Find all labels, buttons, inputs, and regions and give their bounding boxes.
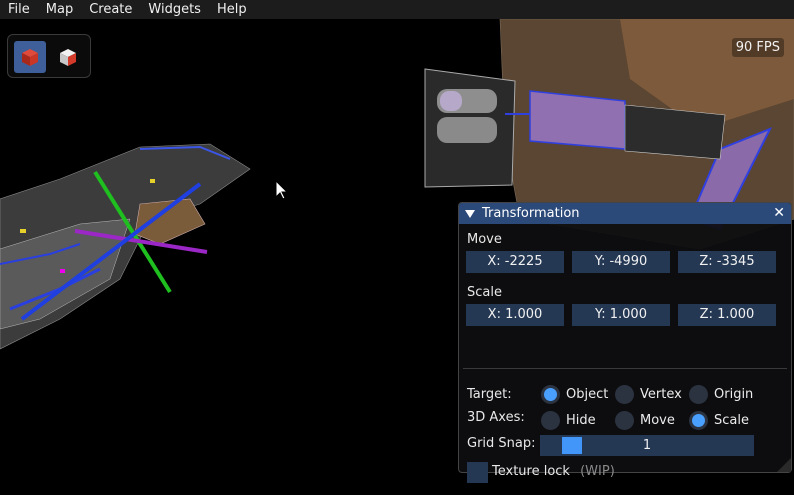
texture-lock-label: Texture lock (WIP) (492, 464, 615, 479)
axes-scale-radio[interactable] (689, 411, 708, 430)
panel-title-bar[interactable]: Transformation (459, 203, 791, 224)
mode-toolbar (7, 34, 91, 78)
target-origin-radio[interactable] (689, 385, 708, 404)
target-label: Target: (467, 387, 512, 402)
close-icon[interactable]: ✕ (773, 205, 785, 221)
object-mode-button[interactable] (14, 41, 46, 73)
target-vertex-radio[interactable] (615, 385, 634, 404)
menu-map[interactable]: Map (38, 0, 81, 19)
target-vertex-label: Vertex (640, 387, 682, 402)
target-origin-label: Origin (714, 387, 754, 402)
resize-grip[interactable] (777, 458, 791, 472)
transformation-panel: Transformation ✕ Move X: -2225 Y: -4990 … (458, 202, 792, 483)
panel-title: Transformation (482, 206, 580, 221)
red-cube-icon (22, 49, 38, 66)
menu-create[interactable]: Create (81, 0, 140, 19)
wip-note: (WIP) (580, 464, 615, 479)
grid-snap-slider[interactable]: 1 (540, 435, 754, 456)
scale-z-field[interactable]: Z: 1.000 (678, 304, 776, 326)
target-object-label: Object (566, 387, 609, 402)
red-white-cube-icon (60, 49, 76, 66)
menu-file[interactable]: File (0, 0, 38, 19)
scale-x-field[interactable]: X: 1.000 (466, 304, 564, 326)
move-y-field[interactable]: Y: -4990 (572, 251, 670, 273)
grid-snap-value: 1 (642, 438, 652, 453)
left-map-geometry (0, 143, 251, 350)
panel-divider (463, 368, 787, 369)
axes-hide-label: Hide (566, 413, 596, 428)
axes-label: 3D Axes: (467, 410, 525, 425)
collapse-triangle-icon[interactable] (465, 209, 475, 218)
move-x-field[interactable]: X: -2225 (466, 251, 564, 273)
fps-counter: 90 FPS (731, 38, 784, 57)
texture-lock-checkbox[interactable] (467, 462, 488, 483)
axes-scale-label: Scale (714, 413, 749, 428)
move-z-field[interactable]: Z: -3345 (678, 251, 776, 273)
menu-widgets[interactable]: Widgets (140, 0, 209, 19)
grid-snap-label: Grid Snap: (467, 436, 536, 451)
axes-move-radio[interactable] (615, 411, 634, 430)
move-label: Move (467, 232, 502, 247)
menu-help[interactable]: Help (209, 0, 255, 19)
axes-move-label: Move (640, 413, 675, 428)
menu-bar: File Map Create Widgets Help (0, 0, 794, 19)
scale-y-field[interactable]: Y: 1.000 (572, 304, 670, 326)
texture-lock-text: Texture lock (492, 464, 570, 479)
axes-hide-radio[interactable] (541, 411, 560, 430)
target-object-radio[interactable] (541, 385, 560, 404)
vertex-mode-button[interactable] (52, 41, 84, 73)
scale-label: Scale (467, 285, 502, 300)
mouse-cursor-icon (275, 180, 289, 200)
